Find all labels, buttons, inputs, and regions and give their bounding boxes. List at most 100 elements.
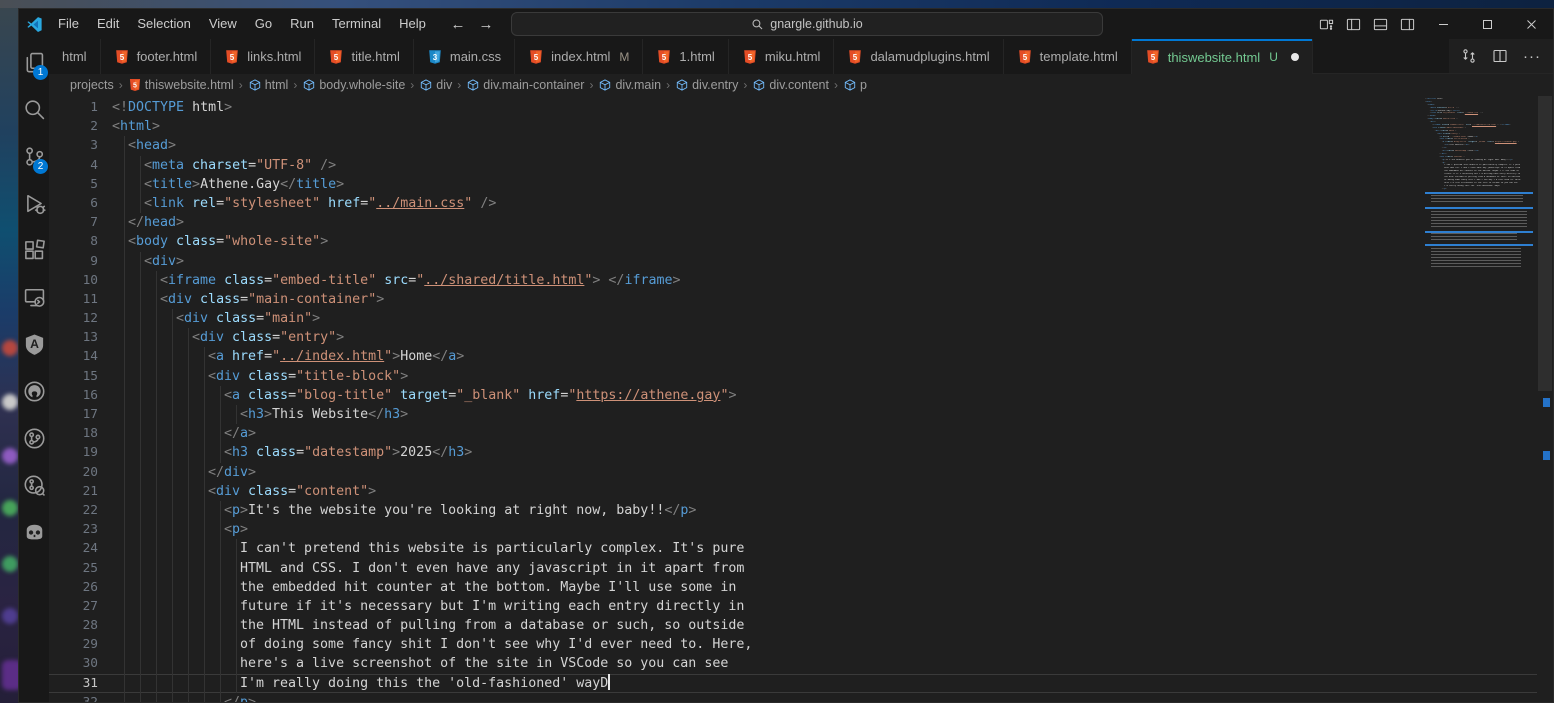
code-line-28[interactable]: 28the HTML instead of pulling from a dat… bbox=[49, 616, 1537, 635]
menu-terminal[interactable]: Terminal bbox=[323, 9, 390, 39]
code-line-31[interactable]: 31I'm really doing this the 'old-fashion… bbox=[49, 674, 1537, 693]
tab-thiswebsite.html[interactable]: 5thiswebsite.htmlU bbox=[1132, 39, 1313, 75]
code-line-20[interactable]: 20</div> bbox=[49, 463, 1537, 482]
line-number[interactable]: 27 bbox=[49, 597, 98, 616]
breadcrumb-item[interactable]: body.whole-site bbox=[302, 78, 405, 92]
code-line-6[interactable]: 6<link rel="stylesheet" href="../main.cs… bbox=[49, 194, 1537, 213]
line-number[interactable]: 5 bbox=[49, 175, 98, 194]
activity-github[interactable] bbox=[19, 368, 49, 415]
code-line-13[interactable]: 13<div class="entry"> bbox=[49, 328, 1537, 347]
code-line-1[interactable]: 1<!DOCTYPE html> bbox=[49, 98, 1537, 117]
activity-gitlens[interactable] bbox=[19, 415, 49, 462]
line-number[interactable]: 12 bbox=[49, 309, 98, 328]
code-line-14[interactable]: 14<a href="../index.html">Home</a> bbox=[49, 347, 1537, 366]
activity-search[interactable] bbox=[19, 86, 49, 133]
scrollbar[interactable] bbox=[1537, 96, 1553, 702]
breadcrumb-item[interactable]: p bbox=[843, 78, 867, 92]
customize-layout-button[interactable] bbox=[1313, 9, 1340, 39]
code-line-16[interactable]: 16<a class="blog-title" target="_blank" … bbox=[49, 386, 1537, 405]
close-button[interactable] bbox=[1509, 9, 1553, 39]
code-line-12[interactable]: 12<div class="main"> bbox=[49, 309, 1537, 328]
tab-links.html[interactable]: 5links.html bbox=[211, 39, 315, 74]
code-line-29[interactable]: 29of doing some fancy shit I don't see w… bbox=[49, 635, 1537, 654]
code-line-19[interactable]: 19<h3 class="datestamp">2025</h3> bbox=[49, 443, 1537, 462]
tab-template.html[interactable]: 5template.html bbox=[1004, 39, 1132, 74]
code-line-2[interactable]: 2<html> bbox=[49, 117, 1537, 136]
line-number[interactable]: 7 bbox=[49, 213, 98, 232]
code-line-18[interactable]: 18</a> bbox=[49, 424, 1537, 443]
line-number[interactable]: 1 bbox=[49, 98, 98, 117]
line-number[interactable]: 10 bbox=[49, 271, 98, 290]
command-center-search[interactable]: gnargle.github.io bbox=[511, 12, 1103, 36]
activity-extension-a-shield[interactable]: A bbox=[19, 321, 49, 368]
tab-miku.html[interactable]: 5miku.html bbox=[729, 39, 835, 74]
code-line-24[interactable]: 24I can't pretend this website is partic… bbox=[49, 539, 1537, 558]
maximize-button[interactable] bbox=[1465, 9, 1509, 39]
code-line-25[interactable]: 25HTML and CSS. I don't even have any ja… bbox=[49, 559, 1537, 578]
breadcrumb-item[interactable]: div.entry bbox=[675, 78, 738, 92]
tab-main.css[interactable]: 3main.css bbox=[414, 39, 515, 74]
line-number[interactable]: 2 bbox=[49, 117, 98, 136]
toggle-secondary-sidebar-button[interactable] bbox=[1394, 9, 1421, 39]
activity-gitlens-inspect[interactable] bbox=[19, 462, 49, 509]
line-number[interactable]: 19 bbox=[49, 443, 98, 462]
code-line-11[interactable]: 11<div class="main-container"> bbox=[49, 290, 1537, 309]
activity-source-control[interactable]: 2 bbox=[19, 133, 49, 180]
code-line-8[interactable]: 8<body class="whole-site"> bbox=[49, 232, 1537, 251]
activity-explorer[interactable]: 1 bbox=[19, 39, 49, 86]
code-line-17[interactable]: 17<h3>This Website</h3> bbox=[49, 405, 1537, 424]
line-number[interactable]: 6 bbox=[49, 194, 98, 213]
code-line-9[interactable]: 9<div> bbox=[49, 252, 1537, 271]
tab-dalamudplugins.html[interactable]: 5dalamudplugins.html bbox=[834, 39, 1003, 74]
line-number[interactable]: 24 bbox=[49, 539, 98, 558]
menu-selection[interactable]: Selection bbox=[128, 9, 199, 39]
line-number[interactable]: 23 bbox=[49, 520, 98, 539]
breadcrumb-item[interactable]: div.main-container bbox=[466, 78, 584, 92]
line-number[interactable]: 20 bbox=[49, 463, 98, 482]
menu-go[interactable]: Go bbox=[246, 9, 281, 39]
activity-godot-tools[interactable] bbox=[19, 509, 49, 556]
line-number[interactable]: 21 bbox=[49, 482, 98, 501]
toggle-panel-button[interactable] bbox=[1367, 9, 1394, 39]
line-number[interactable]: 9 bbox=[49, 252, 98, 271]
code-line-26[interactable]: 26the embedded hit counter at the bottom… bbox=[49, 578, 1537, 597]
breadcrumb-item[interactable]: projects bbox=[70, 78, 114, 92]
line-number[interactable]: 18 bbox=[49, 424, 98, 443]
back-icon[interactable]: ← bbox=[449, 16, 467, 33]
breadcrumb-item[interactable]: html bbox=[248, 78, 289, 92]
code-line-32[interactable]: 32</p> bbox=[49, 693, 1537, 703]
line-number[interactable]: 16 bbox=[49, 386, 98, 405]
code-line-15[interactable]: 15<div class="title-block"> bbox=[49, 367, 1537, 386]
scrollbar-thumb[interactable] bbox=[1538, 96, 1552, 391]
code-line-22[interactable]: 22<p>It's the website you're looking at … bbox=[49, 501, 1537, 520]
line-number[interactable]: 14 bbox=[49, 347, 98, 366]
line-number[interactable]: 4 bbox=[49, 156, 98, 175]
code-line-27[interactable]: 27future if it's necessary but I'm writi… bbox=[49, 597, 1537, 616]
menu-view[interactable]: View bbox=[200, 9, 246, 39]
code-line-3[interactable]: 3<head> bbox=[49, 136, 1537, 155]
menu-help[interactable]: Help bbox=[390, 9, 435, 39]
activity-remote-explorer[interactable] bbox=[19, 274, 49, 321]
code-line-21[interactable]: 21<div class="content"> bbox=[49, 482, 1537, 501]
forward-icon[interactable]: → bbox=[477, 16, 495, 33]
open-changes-button[interactable] bbox=[1461, 48, 1477, 64]
tab-index.html[interactable]: 5index.htmlM bbox=[515, 39, 643, 74]
code-line-4[interactable]: 4<meta charset="UTF-8" /> bbox=[49, 156, 1537, 175]
breadcrumb-item[interactable]: div.main bbox=[598, 78, 661, 92]
code-line-30[interactable]: 30here's a live screenshot of the site i… bbox=[49, 654, 1537, 673]
code-line-7[interactable]: 7</head> bbox=[49, 213, 1537, 232]
menu-edit[interactable]: Edit bbox=[88, 9, 128, 39]
line-number[interactable]: 11 bbox=[49, 290, 98, 309]
toggle-primary-sidebar-button[interactable] bbox=[1340, 9, 1367, 39]
breadcrumb-item[interactable]: div.content bbox=[752, 78, 829, 92]
line-number[interactable]: 13 bbox=[49, 328, 98, 347]
tab-1.html[interactable]: 51.html bbox=[643, 39, 728, 74]
split-editor-button[interactable] bbox=[1492, 48, 1508, 64]
minimize-button[interactable] bbox=[1421, 9, 1465, 39]
line-number[interactable]: 15 bbox=[49, 367, 98, 386]
line-number[interactable]: 30 bbox=[49, 654, 98, 673]
tab-title.html[interactable]: 5title.html bbox=[315, 39, 413, 74]
tab-html[interactable]: html bbox=[49, 39, 101, 74]
line-number[interactable]: 29 bbox=[49, 635, 98, 654]
unsaved-dot-icon[interactable] bbox=[1291, 53, 1299, 61]
